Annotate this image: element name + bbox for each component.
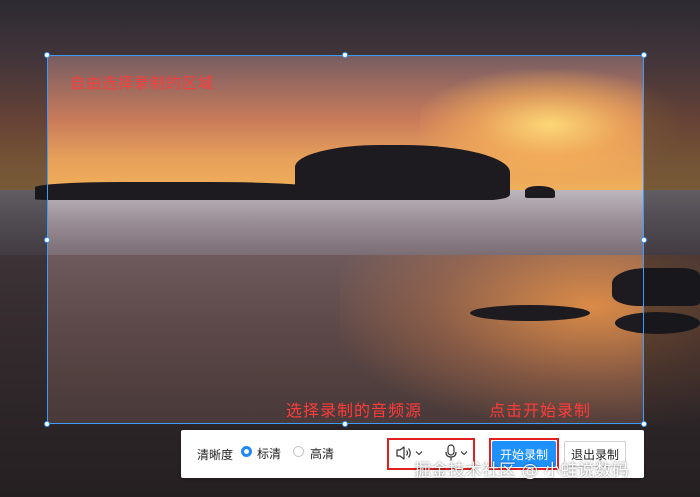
dim-overlay-right <box>644 55 700 424</box>
annotation-start-recording: 点击开始录制 <box>489 401 592 420</box>
radio-standard-definition[interactable] <box>241 446 252 457</box>
resize-handle-top[interactable] <box>342 52 348 58</box>
clarity-label: 清晰度 <box>197 448 234 462</box>
speaker-icon <box>396 446 411 460</box>
resize-handle-top-right[interactable] <box>641 52 647 58</box>
radio-standard-label[interactable]: 标清 <box>257 445 281 462</box>
dim-overlay-top <box>0 0 700 55</box>
resize-handle-top-left[interactable] <box>44 52 50 58</box>
radio-high-definition[interactable] <box>293 446 304 457</box>
resize-handle-bottom-right[interactable] <box>641 421 647 427</box>
watermark: 掘金技术社区 @ 小蛙说数码 <box>414 461 629 481</box>
resize-handle-right[interactable] <box>641 237 647 243</box>
radio-high-label[interactable]: 高清 <box>310 445 334 462</box>
annotation-audio-source: 选择录制的音频源 <box>286 401 423 420</box>
resize-handle-left[interactable] <box>44 237 50 243</box>
dim-overlay-left <box>0 55 47 424</box>
annotation-custom-area: 自由选择录制的区域 <box>70 74 215 92</box>
resize-handle-bottom[interactable] <box>342 421 348 427</box>
resize-handle-bottom-left[interactable] <box>44 421 50 427</box>
recording-area-selection[interactable] <box>47 55 644 424</box>
